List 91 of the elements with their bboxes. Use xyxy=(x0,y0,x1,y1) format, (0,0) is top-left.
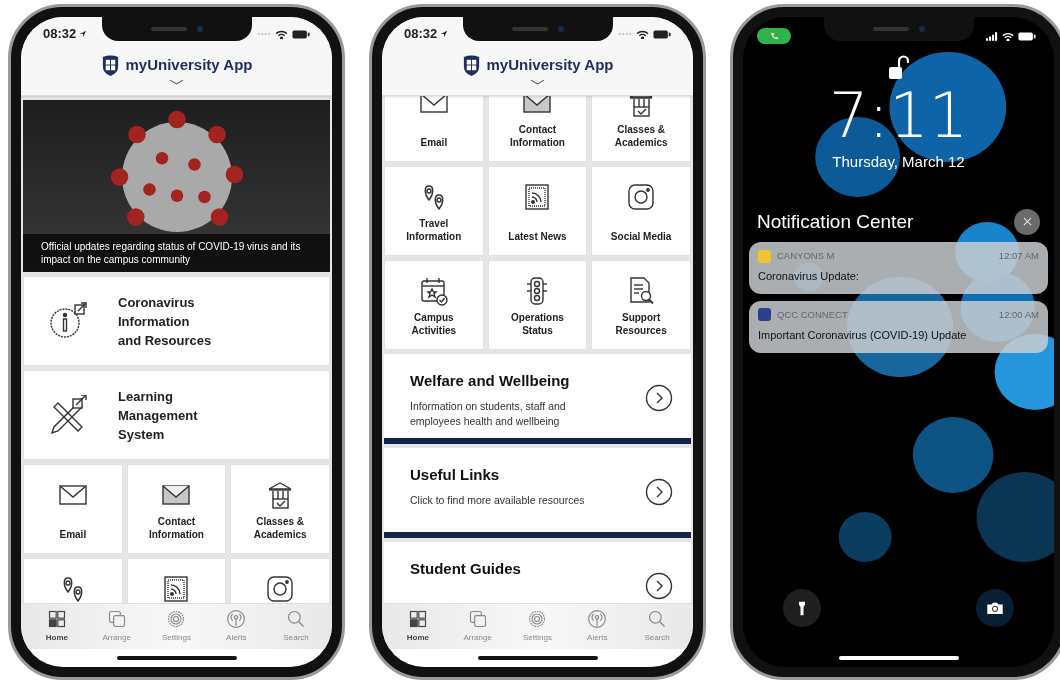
feature-caption: Official updates regarding status of COVID-19 virus and its impact on the campus community xyxy=(41,240,302,266)
camera-button[interactable] xyxy=(976,589,1014,627)
wifi-icon xyxy=(636,29,649,39)
chevron-right-icon xyxy=(645,384,673,412)
menu-tile[interactable]: Travel Information xyxy=(384,166,484,256)
broadcast-icon xyxy=(587,609,608,629)
info-card-text: Click to find more available resources xyxy=(410,492,586,508)
menu-tile[interactable]: Latest News xyxy=(487,166,588,256)
notification-app: QCC CONNECT xyxy=(777,307,848,322)
tile-label: Email xyxy=(59,528,87,541)
close-button[interactable] xyxy=(1014,208,1040,235)
grid-icon xyxy=(407,609,428,629)
flashlight-icon xyxy=(799,600,805,616)
tile-label: Social Media xyxy=(610,230,672,243)
info-card-text: Information on students, staff and employees health and wellbeing xyxy=(410,398,567,429)
location-arrow-icon xyxy=(440,30,449,38)
notification-text: Important Coronavirus (COVID-19) Update xyxy=(758,328,968,343)
grid-icon xyxy=(46,609,67,629)
shield-icon xyxy=(461,53,481,77)
gear-icon xyxy=(166,609,187,629)
gear-icon xyxy=(527,609,548,629)
tile-label: Campus Activities xyxy=(410,311,458,337)
call-indicator[interactable] xyxy=(757,28,791,44)
battery-icon xyxy=(292,29,310,39)
squares-icon xyxy=(106,609,127,629)
tab-item[interactable]: Home xyxy=(31,609,82,644)
notification[interactable]: CANYONS M 12:07 AM Coronavirus Update: xyxy=(749,242,1048,294)
tile-label: Operations Status xyxy=(510,311,565,337)
tab-item[interactable]: Settings xyxy=(512,609,563,644)
tile-label: Classes & Academics xyxy=(252,515,308,541)
wifi-icon xyxy=(1002,31,1014,41)
notification-time: 12:00 AM xyxy=(998,307,1039,322)
pencil-ruler-icon xyxy=(48,395,88,435)
link-card[interactable]: Learning Management System xyxy=(23,370,330,460)
tile-label: Contact Information xyxy=(148,515,205,541)
chevron-right-icon xyxy=(645,572,673,600)
link-card[interactable]: Coronavirus Information and Resources xyxy=(23,276,330,366)
info-card-title: Useful Links xyxy=(410,465,501,485)
wifi-icon xyxy=(275,29,288,39)
app-title: myUniversity App xyxy=(125,54,253,75)
tile-label: Support Resources xyxy=(614,311,668,337)
signal-icon xyxy=(618,32,632,36)
menu-tile[interactable]: Contact Information xyxy=(126,464,227,554)
info-card[interactable]: Student Guides xyxy=(384,542,691,603)
broadcast-icon xyxy=(226,609,247,629)
tab-item[interactable]: Home xyxy=(392,609,443,644)
status-time: 08:32 xyxy=(43,25,77,44)
menu-tile[interactable]: Support Resources xyxy=(591,260,691,350)
notification-app: CANYONS M xyxy=(777,249,835,263)
lock-open-icon xyxy=(888,55,909,81)
menu-tile[interactable]: Social Media xyxy=(591,166,691,256)
menu-tile[interactable]: Email xyxy=(23,464,123,554)
link-card-title: Coronavirus Information and Resources xyxy=(118,293,213,350)
info-card[interactable]: Welfare and Wellbeing Information on students, staff and employees health and wellbeing xyxy=(384,354,691,444)
menu-tile[interactable]: Classes & Academics xyxy=(230,464,330,554)
shield-icon xyxy=(100,53,120,77)
info-card[interactable]: Useful Links Click to find more available resources xyxy=(384,448,691,538)
close-icon xyxy=(1022,217,1032,227)
battery-icon xyxy=(653,29,671,39)
link-card-title: Learning Management System xyxy=(118,387,199,444)
chevron-right-icon xyxy=(645,478,673,506)
notification-center-title: Notification Center xyxy=(757,209,914,234)
location-arrow-icon xyxy=(79,30,88,38)
tile-label: Latest News xyxy=(508,230,567,243)
menu-tile[interactable]: Classes & Academics xyxy=(591,96,691,162)
menu-tile[interactable]: Operations Status xyxy=(487,260,588,350)
info-card-title: Student Guides xyxy=(410,559,522,579)
notification[interactable]: QCC CONNECT 12:00 AM Important Coronavirus (COVID-19) Update xyxy=(749,300,1048,353)
app-title: myUniversity App xyxy=(486,54,614,75)
battery-icon xyxy=(1018,31,1036,41)
phone-icon xyxy=(769,31,779,41)
info-card-title: Welfare and Wellbeing xyxy=(410,371,571,391)
tab-item[interactable]: Settings xyxy=(151,609,202,644)
chevron-down-icon[interactable] xyxy=(169,79,184,85)
info-icon xyxy=(48,301,88,341)
chevron-down-icon[interactable] xyxy=(530,79,545,85)
tile-label: Contact Information xyxy=(509,123,566,149)
tile-label: Email xyxy=(420,136,448,149)
tile-label: Travel Information xyxy=(405,217,463,243)
notification-text: Coronavirus Update: xyxy=(758,269,860,285)
signal-icon xyxy=(986,31,998,41)
signal-icon xyxy=(257,32,271,36)
menu-tile[interactable]: Email xyxy=(384,96,484,162)
tile-label: Classes & Academics xyxy=(613,123,669,149)
flashlight-button[interactable] xyxy=(783,589,821,627)
squares-icon xyxy=(467,609,488,629)
menu-tile[interactable]: Campus Activities xyxy=(384,260,484,350)
notification-time: 12:07 AM xyxy=(998,249,1039,263)
status-time: 08:32 xyxy=(404,25,438,44)
menu-tile[interactable]: Contact Information xyxy=(487,96,588,162)
camera-icon xyxy=(987,602,1003,614)
